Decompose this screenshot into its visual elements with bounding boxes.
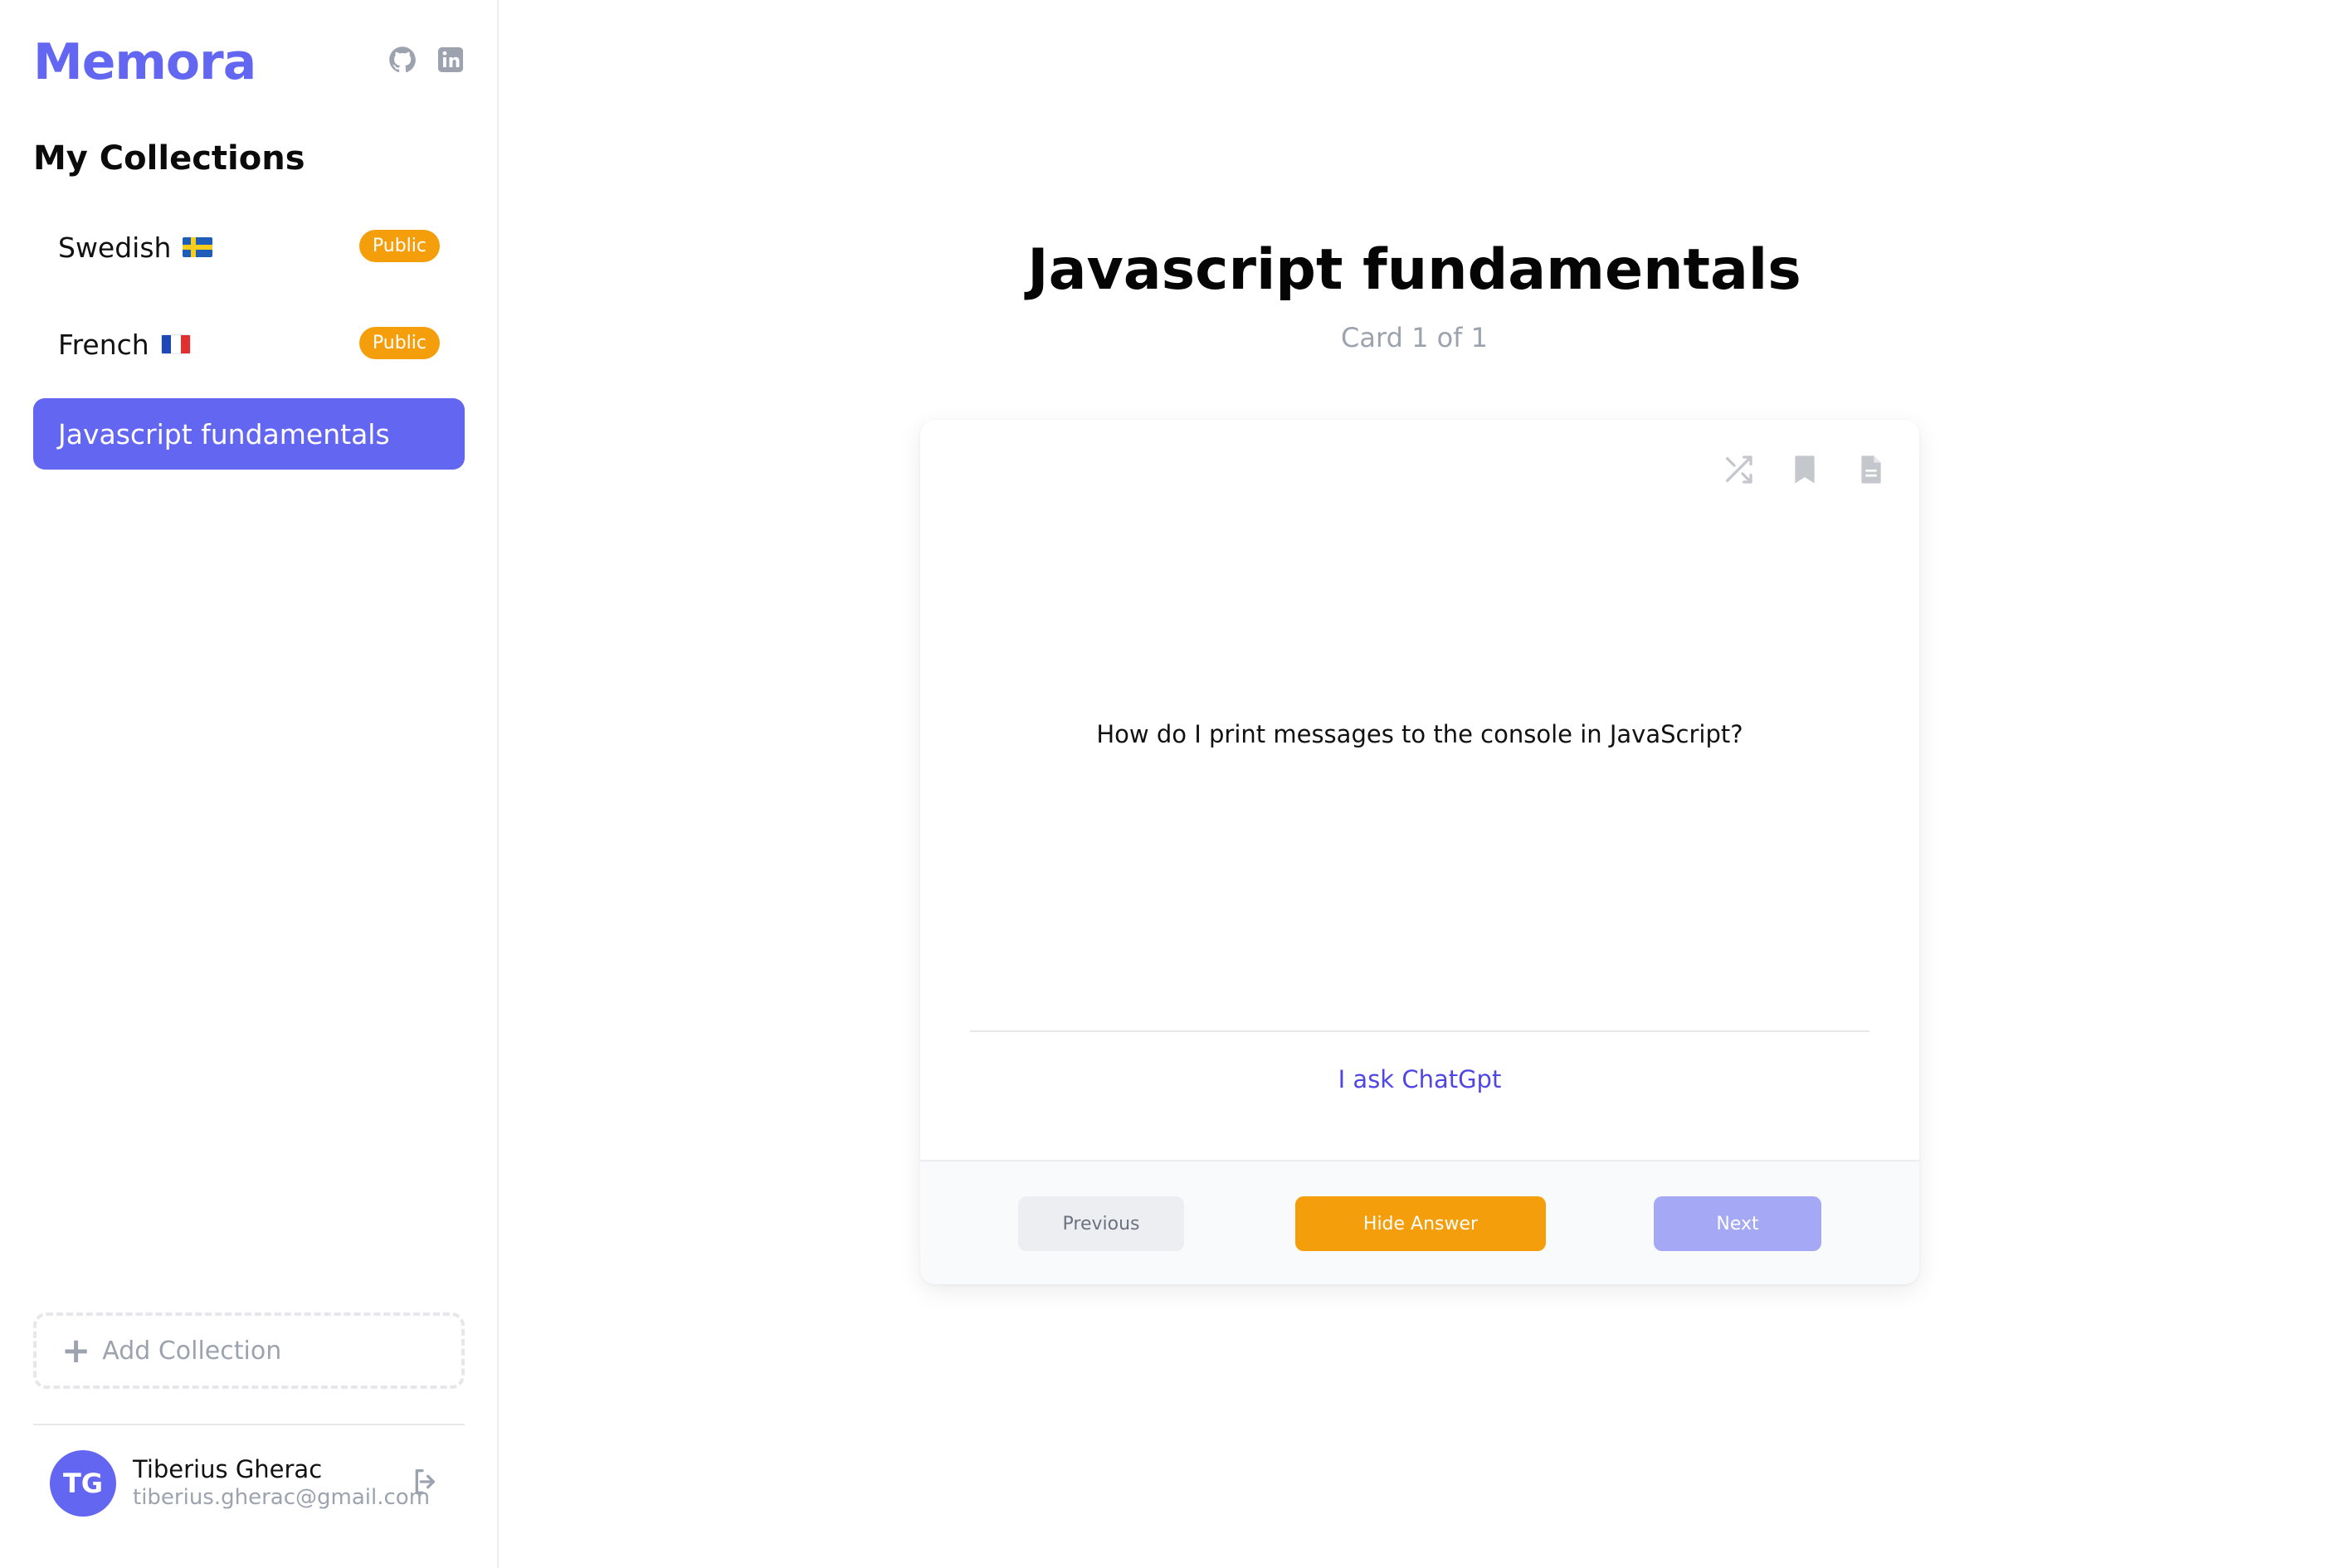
user-name: Tiberius Gherac xyxy=(133,1455,323,1483)
collection-item-swedish[interactable]: Swedish Public xyxy=(33,212,465,283)
previous-button[interactable]: Previous xyxy=(1018,1196,1184,1251)
flag-sweden-icon xyxy=(183,237,213,257)
card-answer: I ask ChatGpt xyxy=(1338,1065,1502,1093)
avatar: TG xyxy=(50,1450,116,1517)
linkedin-icon[interactable] xyxy=(436,45,466,75)
sidebar-divider xyxy=(33,1424,465,1425)
sidebar: Memora My Collections Swedish Public Fre… xyxy=(0,0,499,1568)
plus-icon: + xyxy=(61,1330,91,1371)
bookmark-icon[interactable] xyxy=(1788,453,1821,486)
app-logo[interactable]: Memora xyxy=(33,33,256,91)
collection-label: Javascript fundamentals xyxy=(58,417,390,450)
logout-icon[interactable] xyxy=(410,1465,443,1498)
collections-heading: My Collections xyxy=(33,139,305,178)
add-collection-label: Add Collection xyxy=(102,1336,282,1366)
user-email: tiberius.gherac@gmail.com xyxy=(133,1485,431,1510)
next-button[interactable]: Next xyxy=(1654,1196,1821,1251)
card-divider xyxy=(970,1030,1869,1032)
collection-item-javascript-fundamentals[interactable]: Javascript fundamentals xyxy=(33,398,465,470)
collection-item-french[interactable]: French Public xyxy=(33,309,465,380)
shuffle-icon[interactable] xyxy=(1722,453,1755,486)
flag-france-icon xyxy=(160,334,191,354)
hide-answer-button[interactable]: Hide Answer xyxy=(1295,1196,1546,1251)
add-collection-button[interactable]: + Add Collection xyxy=(33,1312,465,1389)
public-badge: Public xyxy=(358,230,440,262)
card-question: How do I print messages to the console i… xyxy=(1096,720,1743,748)
flashcard: How do I print messages to the console i… xyxy=(920,420,1919,1284)
document-icon[interactable] xyxy=(1855,453,1888,486)
github-icon[interactable] xyxy=(388,45,417,75)
public-badge: Public xyxy=(358,327,440,359)
collection-label: French xyxy=(58,328,149,361)
card-counter: Card 1 of 1 xyxy=(1341,322,1488,353)
card-footer: Previous Hide Answer Next xyxy=(920,1160,1919,1284)
collection-label: Swedish xyxy=(58,231,172,264)
page-title: Javascript fundamentals xyxy=(1027,237,1801,303)
